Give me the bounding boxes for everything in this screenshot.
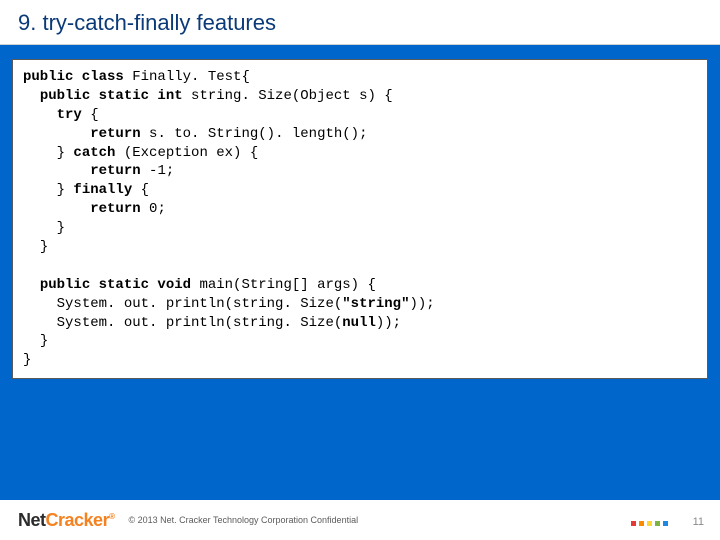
copyright-text: © 2013 Net. Cracker Technology Corporati… bbox=[128, 515, 358, 525]
page-number: 11 bbox=[693, 516, 704, 528]
code-text: -1; bbox=[141, 163, 175, 179]
code-text: { bbox=[132, 182, 149, 198]
dot-icon bbox=[631, 521, 636, 526]
code-text: } bbox=[57, 220, 65, 236]
code-text: System. out. println(string. Size( bbox=[57, 296, 343, 312]
dot-icon bbox=[639, 521, 644, 526]
code-text: public static void bbox=[40, 277, 191, 293]
code-text: )); bbox=[376, 315, 401, 331]
code-text: } bbox=[40, 239, 48, 255]
dot-icon bbox=[647, 521, 652, 526]
slide-header: 9. try-catch-finally features bbox=[0, 0, 720, 45]
logo-text: Net bbox=[18, 510, 46, 530]
code-text: public static int bbox=[40, 88, 183, 104]
code-text: Finally. Test{ bbox=[124, 69, 250, 85]
decorative-dots bbox=[631, 521, 668, 526]
dot-icon bbox=[655, 521, 660, 526]
code-text: null bbox=[342, 315, 376, 331]
dot-icon bbox=[663, 521, 668, 526]
code-text: catch bbox=[73, 145, 115, 161]
code-text: } bbox=[23, 352, 31, 368]
code-text: return bbox=[90, 163, 140, 179]
trademark-icon: ® bbox=[109, 512, 114, 521]
code-text: { bbox=[82, 107, 99, 123]
slide-footer: NetCracker® © 2013 Net. Cracker Technolo… bbox=[0, 500, 720, 540]
logo-text: Cracker bbox=[46, 510, 110, 530]
logo: NetCracker® bbox=[18, 510, 114, 531]
code-text: } bbox=[57, 182, 74, 198]
code-block: public class Finally. Test{ public stati… bbox=[12, 59, 708, 379]
code-text: System. out. println(string. Size( bbox=[57, 315, 343, 331]
code-text: "string" bbox=[342, 296, 409, 312]
slide-body: public class Finally. Test{ public stati… bbox=[0, 45, 720, 379]
code-text: } bbox=[57, 145, 74, 161]
code-text: s. to. String(). length(); bbox=[141, 126, 368, 142]
code-text: return bbox=[90, 201, 140, 217]
code-text: 0; bbox=[141, 201, 166, 217]
code-text: string. Size(Object s) { bbox=[183, 88, 393, 104]
slide: 9. try-catch-finally features public cla… bbox=[0, 0, 720, 540]
code-text: finally bbox=[73, 182, 132, 198]
slide-title: 9. try-catch-finally features bbox=[18, 10, 702, 36]
code-text: )); bbox=[409, 296, 434, 312]
code-text: (Exception ex) { bbox=[115, 145, 258, 161]
code-text: return bbox=[90, 126, 140, 142]
code-text: public class bbox=[23, 69, 124, 85]
code-text: } bbox=[40, 333, 48, 349]
code-text: main(String[] args) { bbox=[191, 277, 376, 293]
code-text: try bbox=[57, 107, 82, 123]
